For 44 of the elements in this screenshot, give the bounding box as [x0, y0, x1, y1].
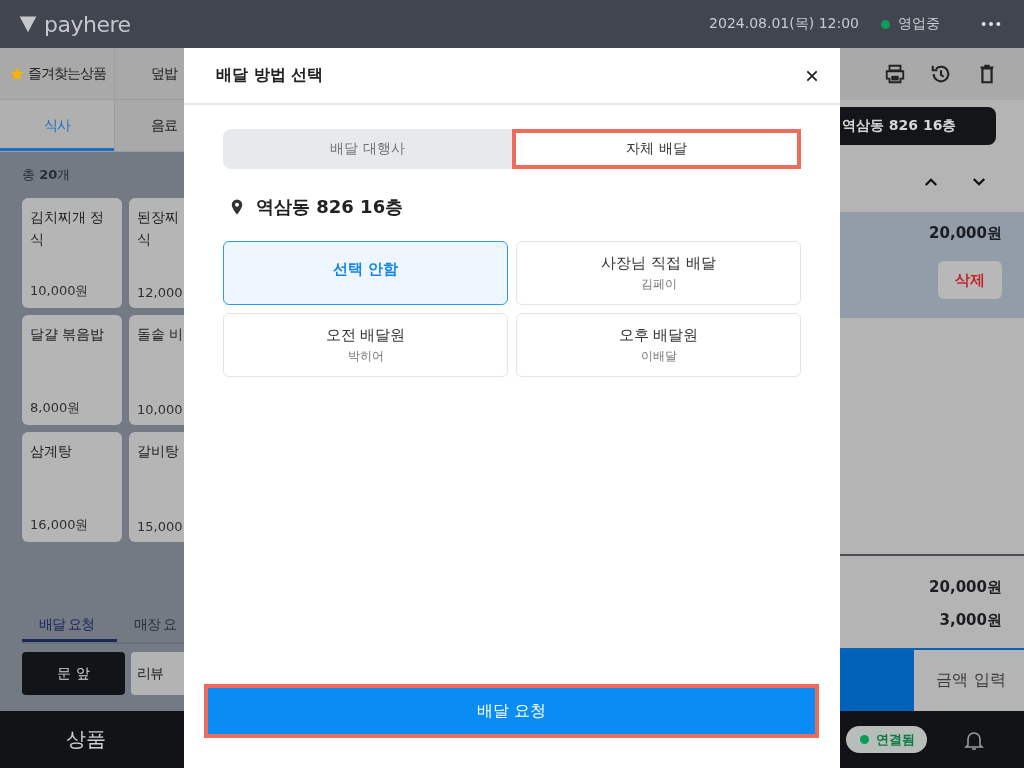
order-item[interactable]: 20,000원 삭제: [840, 212, 1024, 318]
product-name: 삼계탕: [30, 442, 73, 461]
delivery-tab[interactable]: 배달 대행사: [223, 129, 512, 169]
request-chip[interactable]: 리뷰: [131, 652, 184, 695]
delivery-tab[interactable]: 자체 배달: [512, 129, 801, 169]
product-name: 달걀 볶음밥: [30, 325, 106, 344]
address-chip[interactable]: 역삼동 826 16층: [840, 107, 997, 145]
request-chip[interactable]: 문 앞: [22, 652, 125, 695]
product-card[interactable]: 돌솥 비 10,000: [129, 315, 184, 425]
product-card[interactable]: 김치찌개 정 식 10,000원: [22, 198, 122, 308]
product-name: 김치찌개 정 식: [30, 208, 106, 249]
nav-label[interactable]: 상품: [66, 726, 106, 753]
product-price: 15,000: [137, 519, 184, 534]
product-price: 10,000원: [30, 282, 90, 300]
driver-option[interactable]: 사장님 직접 배달 김페이: [516, 241, 801, 305]
product-card[interactable]: 삼계탕 16,000원: [22, 432, 122, 542]
item-price: 20,000원: [929, 224, 1002, 243]
connection-badge: 연결됨: [846, 726, 927, 753]
driver-option[interactable]: 오후 배달원 이배달: [516, 313, 801, 377]
category-tab[interactable]: 음료: [115, 100, 184, 152]
logo-text: payhere: [44, 11, 131, 37]
status-label: 영업중: [898, 15, 940, 33]
product-price: 8,000원: [30, 399, 82, 417]
total-amount: 20,000원: [929, 578, 1002, 597]
logo-icon: [18, 14, 38, 34]
product-card[interactable]: 갈비탕 15,000: [129, 432, 184, 542]
product-count: 총 20개: [22, 166, 72, 184]
category-tab[interactable]: 즐겨찾는상품: [0, 48, 115, 100]
delivery-address: 역삼동 826 16층: [256, 195, 404, 219]
product-name: 된장찌 식: [137, 208, 180, 249]
date-time: 2024.08.01(목) 12:00: [709, 15, 859, 33]
printer-icon[interactable]: [884, 63, 906, 85]
product-price: 16,000원: [30, 516, 90, 534]
driver-option[interactable]: 오전 배달원 박히어: [223, 313, 508, 377]
product-card[interactable]: 된장찌 식 12,000: [129, 198, 184, 308]
dialog-title: 배달 방법 선택: [216, 65, 324, 86]
product-card[interactable]: 달걀 볶음밥 8,000원: [22, 315, 122, 425]
history-icon[interactable]: [930, 63, 952, 85]
product-price: 10,000: [137, 402, 184, 417]
total-amount: 3,000원: [939, 611, 1002, 630]
category-tab[interactable]: 덮밥: [115, 48, 184, 100]
product-name: 갈비탕: [137, 442, 180, 461]
product-name: 돌솥 비: [137, 325, 184, 344]
product-price: 12,000: [137, 285, 184, 300]
